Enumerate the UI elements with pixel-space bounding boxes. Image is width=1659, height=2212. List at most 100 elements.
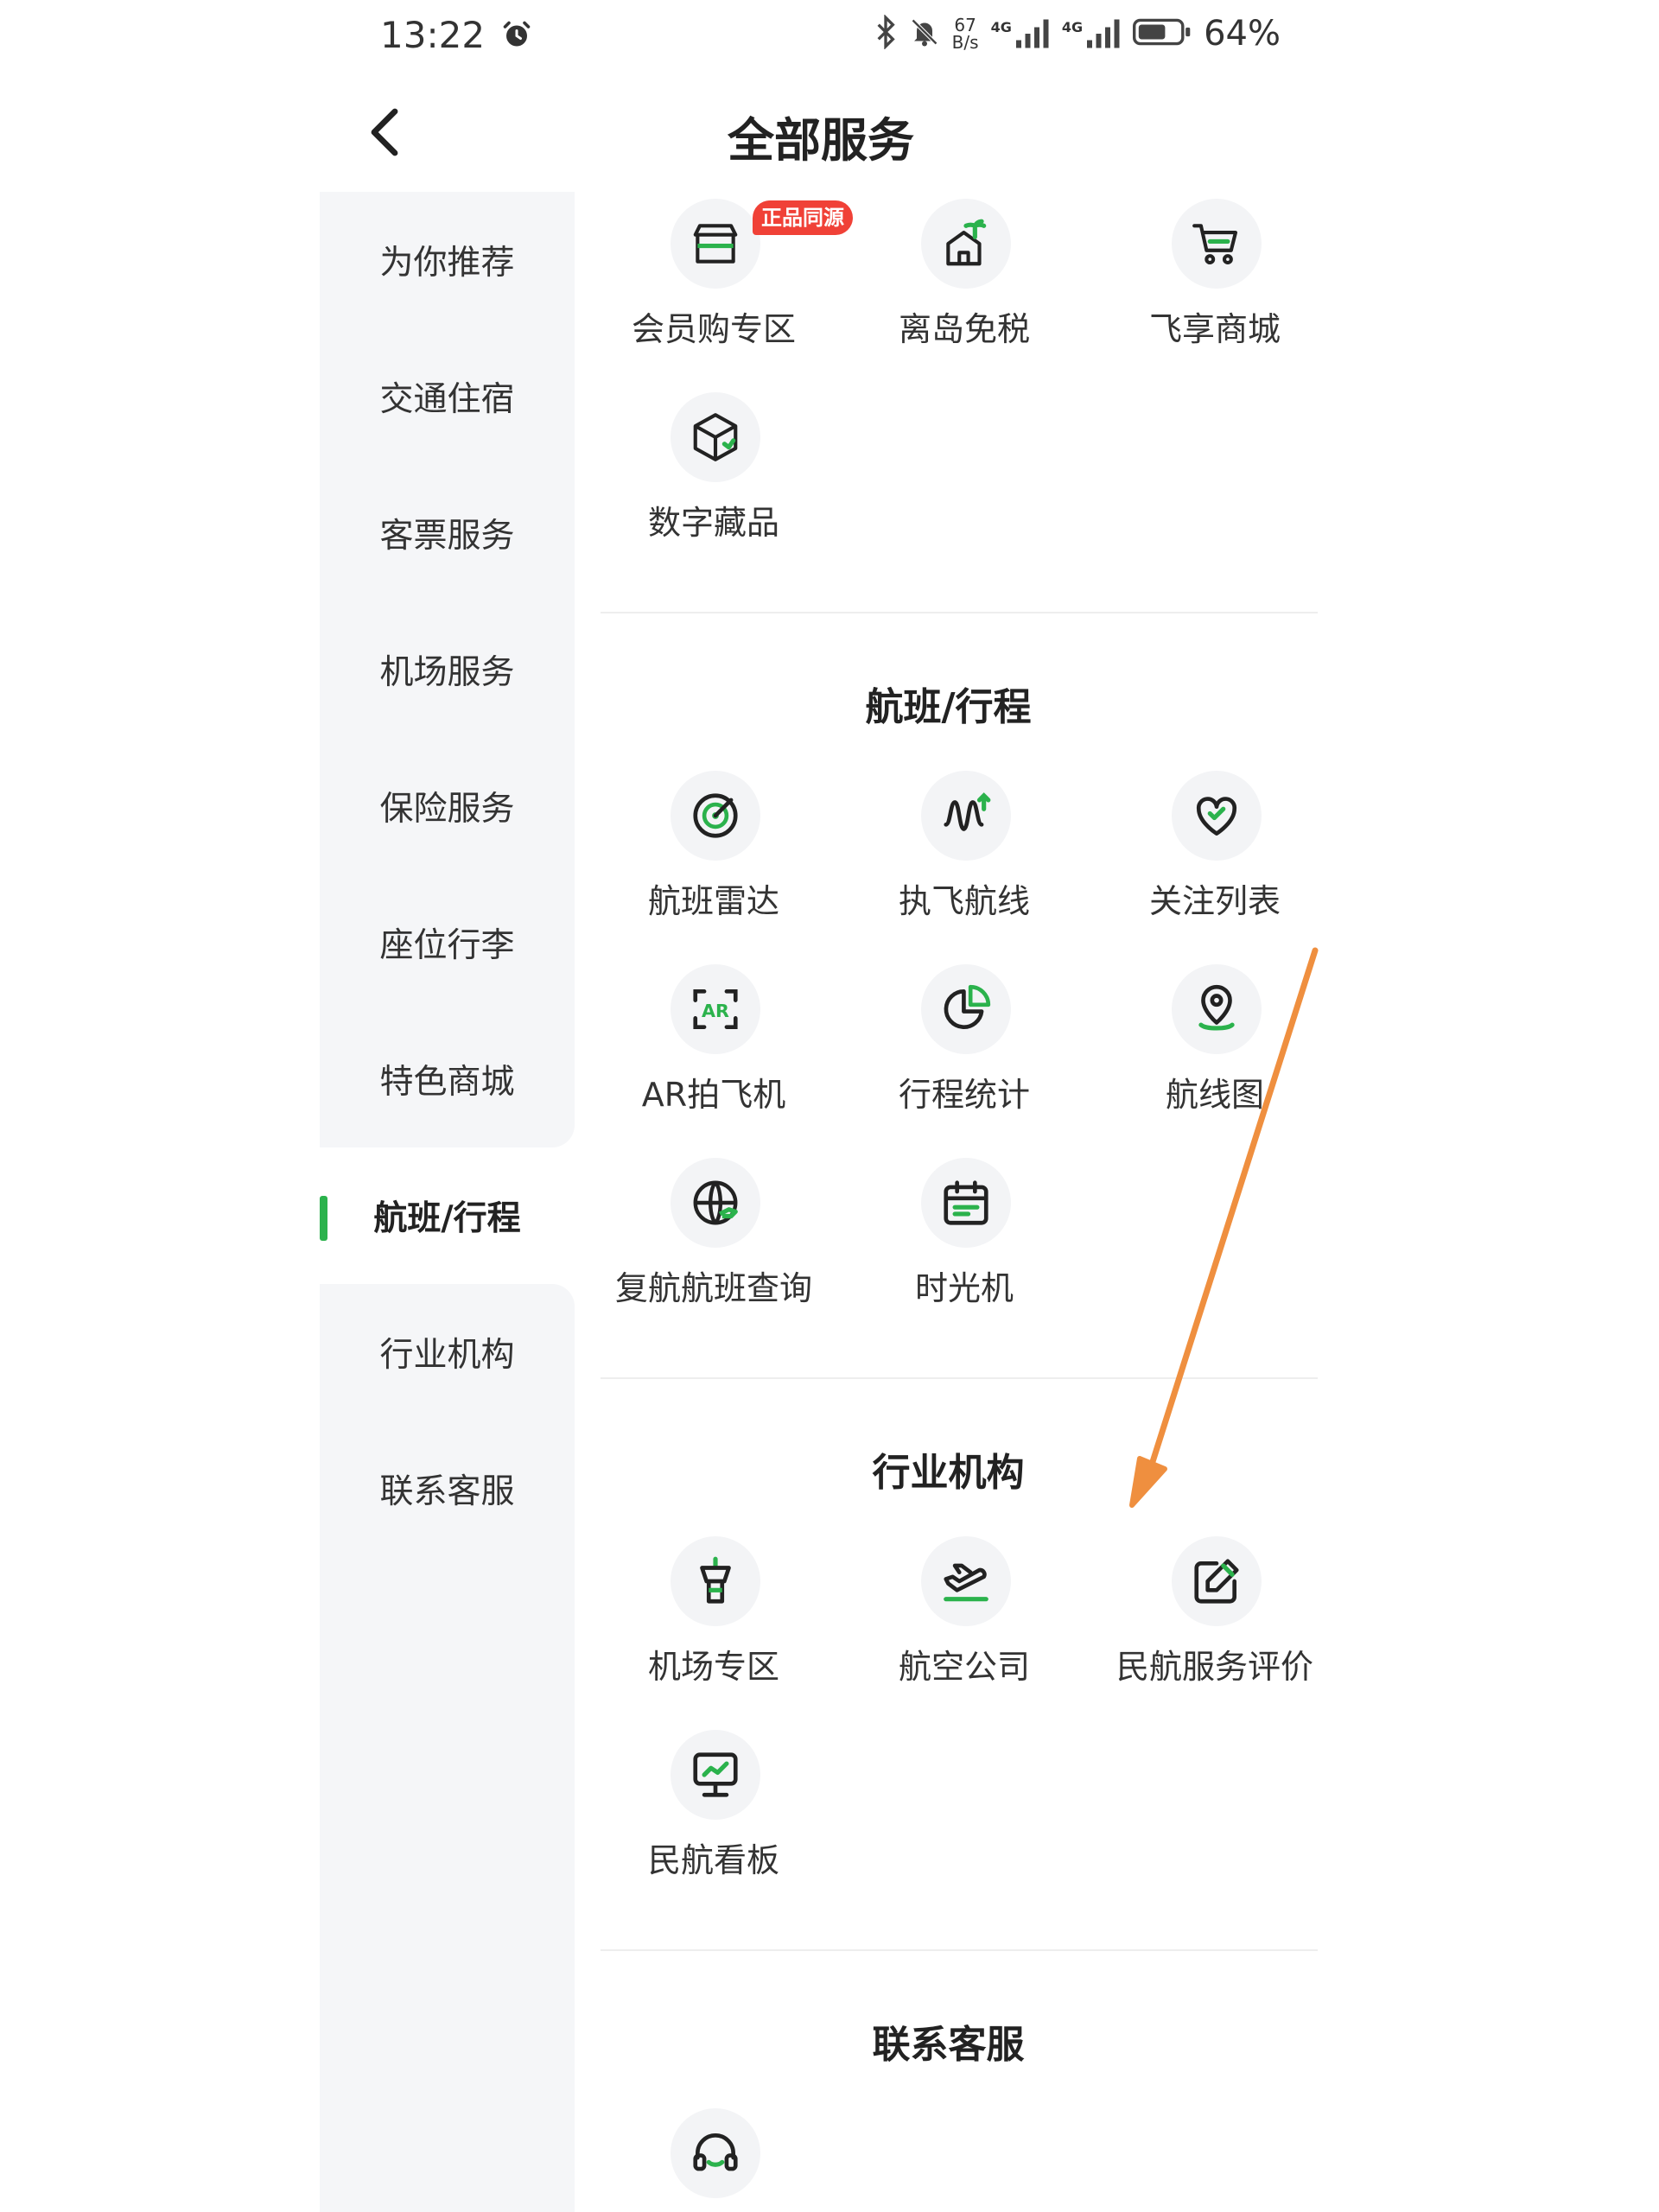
sidebar-item-insurance[interactable]: 保险服务 bbox=[320, 738, 575, 874]
airplane-icon bbox=[944, 1563, 988, 1602]
section-title-industry: 行业机构 bbox=[872, 1451, 1025, 1495]
status-time: 13:22 bbox=[380, 14, 532, 59]
sidebar-item-featured-mall[interactable]: 特色商城 bbox=[320, 1011, 575, 1147]
time-text: 13:22 bbox=[380, 14, 486, 56]
service-time-machine[interactable]: 时光机 bbox=[839, 1151, 1090, 1324]
service-label: 民航看板 bbox=[647, 1841, 779, 1879]
status-bar: 13:22 67 B/s 4G 4G 64% bbox=[320, 0, 1322, 78]
service-watch-list[interactable]: 关注列表 bbox=[1090, 764, 1322, 937]
service-icon-circle bbox=[671, 2108, 760, 2198]
route-icon bbox=[944, 792, 991, 831]
service-label: 航空公司 bbox=[898, 1648, 1030, 1686]
service-label: 关注列表 bbox=[1148, 882, 1281, 920]
shop-window-icon bbox=[693, 224, 738, 264]
service-content: 正品同源 会员购专区 离岛免税 飞享商城 数字藏品 航班/行程 航班雷达 执飞航… bbox=[575, 192, 1322, 2212]
sidebar-item-transport-lodging[interactable]: 交通住宿 bbox=[320, 328, 575, 465]
section-title-support: 联系客服 bbox=[872, 2023, 1025, 2067]
service-operated-routes[interactable]: 执飞航线 bbox=[839, 764, 1090, 937]
bell-muted-icon bbox=[909, 16, 940, 52]
signal-icon-2: 4G bbox=[1062, 19, 1121, 48]
genuine-source-badge: 正品同源 bbox=[753, 200, 853, 235]
service-airport-zone[interactable]: 机场专区 bbox=[588, 1529, 839, 1702]
cart-icon bbox=[1192, 224, 1238, 265]
service-icon-circle bbox=[671, 1536, 760, 1626]
service-duty-free[interactable]: 离岛免税 bbox=[839, 192, 1090, 365]
service-label: 民航服务评价 bbox=[1116, 1648, 1313, 1686]
pie-chart-icon bbox=[944, 984, 991, 1029]
service-icon-circle bbox=[1172, 771, 1262, 861]
service-label: 时光机 bbox=[914, 1269, 1014, 1307]
radar-icon bbox=[693, 793, 738, 838]
sidebar-item-flight-trip[interactable]: 航班/行程 bbox=[320, 1147, 575, 1284]
service-route-map[interactable]: 航线图 bbox=[1090, 957, 1322, 1130]
sidebar-item-seat-baggage[interactable]: 座位行李 bbox=[320, 874, 575, 1011]
service-label: 复航航班查询 bbox=[614, 1269, 812, 1307]
service-icon-circle: AR bbox=[671, 964, 760, 1054]
service-ar-plane[interactable]: AR AR拍飞机 bbox=[588, 957, 839, 1130]
bluetooth-icon bbox=[874, 14, 897, 53]
sidebar-item-airport-service[interactable]: 机场服务 bbox=[320, 601, 575, 738]
service-airlines[interactable]: 航空公司 bbox=[839, 1529, 1090, 1702]
service-icon-circle bbox=[671, 199, 760, 289]
svg-text:AR: AR bbox=[702, 1001, 729, 1021]
section-divider bbox=[601, 612, 1318, 613]
battery-icon bbox=[1133, 16, 1192, 51]
service-aviation-dashboard[interactable]: 民航看板 bbox=[588, 1723, 839, 1896]
service-label: 数字藏品 bbox=[647, 504, 779, 542]
edit-icon bbox=[1194, 1559, 1239, 1604]
service-label: 会员购专区 bbox=[631, 310, 796, 348]
control-tower-icon bbox=[700, 1556, 731, 1604]
service-icon-circle bbox=[1172, 1536, 1262, 1626]
sidebar-item-ticket-service[interactable]: 客票服务 bbox=[320, 465, 575, 601]
status-icons: 67 B/s 4G 4G 64% bbox=[874, 14, 1281, 54]
battery-text: 64% bbox=[1204, 14, 1281, 54]
sidebar-item-customer-service[interactable]: 联系客服 bbox=[320, 1421, 575, 1557]
service-label: 行程统计 bbox=[898, 1076, 1030, 1114]
service-label: AR拍飞机 bbox=[641, 1076, 786, 1114]
service-icon-circle bbox=[921, 199, 1011, 289]
service-civil-aviation-rating[interactable]: 民航服务评价 bbox=[1090, 1529, 1322, 1702]
service-label: 航线图 bbox=[1165, 1076, 1264, 1114]
network-rate: 67 B/s bbox=[951, 15, 979, 53]
top-nav-bar: 全部服务 bbox=[320, 86, 1322, 181]
signal-icon-1: 4G bbox=[991, 19, 1050, 48]
service-label: 执飞航线 bbox=[898, 882, 1030, 920]
service-label: 航班雷达 bbox=[647, 882, 779, 920]
section-divider bbox=[601, 1949, 1318, 1951]
alarm-icon bbox=[501, 16, 532, 59]
sidebar-item-industry[interactable]: 行业机构 bbox=[320, 1284, 575, 1421]
service-icon-circle bbox=[671, 1730, 760, 1820]
island-house-icon bbox=[946, 219, 987, 266]
phone-screen: 13:22 67 B/s 4G 4G 64% 全部服务 为你推荐 交通住宿 客票… bbox=[320, 0, 1322, 2212]
service-resumed-flight-query[interactable]: 复航航班查询 bbox=[588, 1151, 839, 1324]
sidebar-filler bbox=[320, 1557, 575, 2212]
monitor-chart-icon bbox=[693, 1752, 738, 1797]
heart-icon bbox=[1196, 797, 1237, 836]
section-title-flight: 航班/行程 bbox=[865, 685, 1032, 729]
service-fly-mall[interactable]: 飞享商城 bbox=[1090, 192, 1322, 365]
calendar-icon bbox=[944, 1180, 988, 1225]
headset-icon bbox=[693, 2133, 738, 2171]
map-pin-icon bbox=[1198, 984, 1235, 1031]
category-sidebar: 为你推荐 交通住宿 客票服务 机场服务 保险服务 座位行李 特色商城 航班/行程… bbox=[320, 192, 575, 2212]
service-icon-circle bbox=[921, 771, 1011, 861]
service-icon-circle bbox=[671, 771, 760, 861]
service-member-shop[interactable]: 正品同源 会员购专区 bbox=[588, 192, 853, 365]
service-label: 飞享商城 bbox=[1148, 310, 1281, 348]
service-icon-circle bbox=[921, 1536, 1011, 1626]
section-divider bbox=[601, 1377, 1318, 1379]
ar-scan-icon: AR bbox=[693, 989, 738, 1029]
service-flight-radar[interactable]: 航班雷达 bbox=[588, 764, 839, 937]
service-icon-circle bbox=[671, 1158, 760, 1248]
service-digital-collectibles[interactable]: 数字藏品 bbox=[588, 385, 839, 558]
cube-icon bbox=[693, 413, 738, 461]
service-icon-circle bbox=[671, 392, 760, 482]
service-icon-circle bbox=[921, 964, 1011, 1054]
page-title: 全部服务 bbox=[728, 113, 914, 168]
service-trip-stats[interactable]: 行程统计 bbox=[839, 957, 1090, 1130]
service-customer-hotline[interactable] bbox=[588, 2101, 839, 2212]
service-label: 机场专区 bbox=[647, 1648, 779, 1686]
sidebar-item-recommend[interactable]: 为你推荐 bbox=[320, 192, 575, 328]
service-label: 离岛免税 bbox=[898, 310, 1030, 348]
service-icon-circle bbox=[1172, 199, 1262, 289]
